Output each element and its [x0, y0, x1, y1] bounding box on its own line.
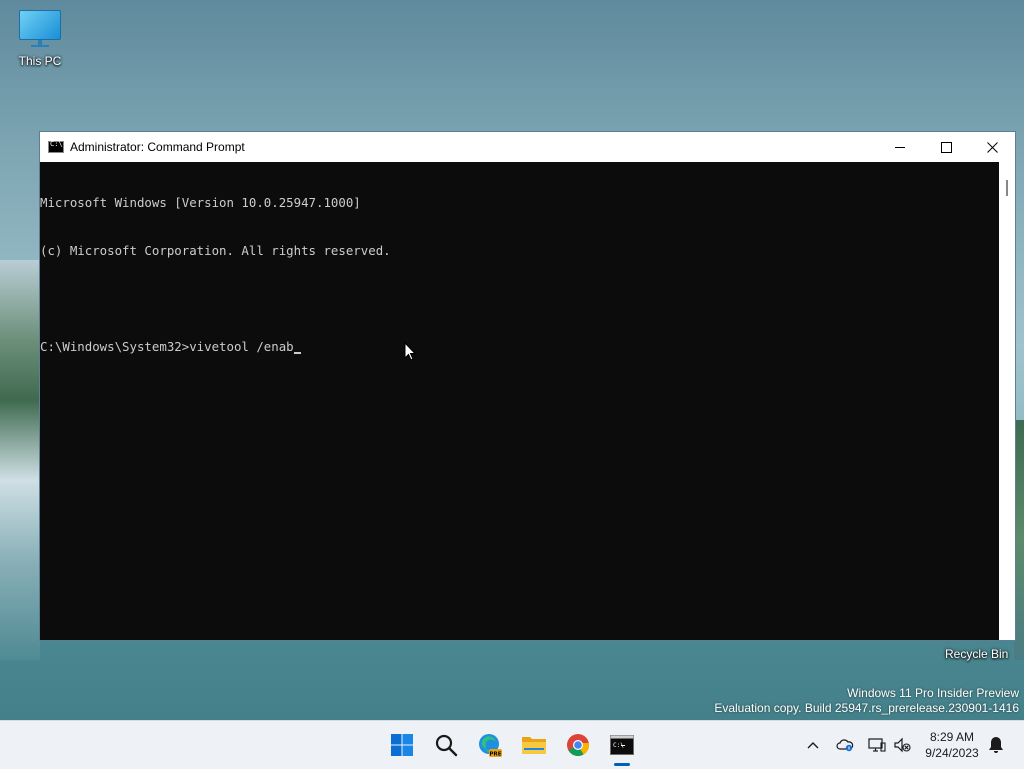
wallpaper-landscape-left [0, 260, 40, 660]
volume-muted-icon [894, 737, 911, 753]
file-explorer-icon [522, 737, 546, 754]
chrome-button[interactable] [562, 729, 594, 761]
notification-bell-icon [989, 737, 1003, 753]
computer-icon [19, 10, 61, 50]
evaluation-watermark: Windows 11 Pro Insider Preview Evaluatio… [714, 686, 1019, 716]
show-hidden-icons-button[interactable] [802, 734, 824, 756]
start-button[interactable] [386, 729, 418, 761]
clock-time: 8:29 AM [929, 730, 975, 744]
svg-text:PRE: PRE [489, 751, 501, 757]
clock-button[interactable]: 8:29 AM 9/24/2023 [920, 729, 984, 761]
maximize-icon [940, 141, 952, 153]
desktop-icon-label: This PC [18, 54, 62, 68]
chevron-up-icon [807, 742, 819, 749]
command-prompt-icon: C:\ [610, 735, 634, 755]
chrome-icon [567, 734, 590, 756]
minimize-icon [895, 146, 905, 148]
onedrive-icon [836, 739, 854, 752]
notification-button[interactable] [985, 734, 1007, 756]
text-cursor [293, 352, 301, 354]
console-input-line[interactable]: C:\Windows\System32>vivetool /enab [40, 339, 1000, 355]
mouse-pointer-icon [404, 342, 416, 361]
volume-button[interactable] [891, 734, 913, 756]
edge-pre-button[interactable]: PRE [474, 729, 506, 761]
taskbar: PRE C:\ 8:29 AM 9/24/2023 [0, 720, 1024, 769]
network-icon [868, 738, 886, 752]
desktop-icon-recycle-bin[interactable]: Recycle Bin [945, 647, 1008, 661]
window-title: Administrator: Command Prompt [70, 140, 245, 154]
command-prompt-taskbar-button[interactable]: C:\ [606, 729, 638, 761]
vertical-scrollbar[interactable] [999, 162, 1015, 640]
search-icon [435, 734, 458, 757]
active-app-indicator [614, 763, 630, 766]
search-button[interactable] [430, 729, 462, 761]
minimize-button[interactable] [877, 132, 923, 162]
onedrive-button[interactable] [834, 734, 856, 756]
command-prompt-window[interactable]: Administrator: Command Prompt Microsoft … [39, 131, 1016, 641]
watermark-line-1: Windows 11 Pro Insider Preview [847, 686, 1019, 700]
edge-pre-icon: PRE [479, 734, 502, 757]
console-line: Microsoft Windows [Version 10.0.25947.10… [40, 195, 361, 210]
clock-date: 9/24/2023 [925, 746, 979, 760]
maximize-button[interactable] [923, 132, 969, 162]
start-icon [391, 734, 413, 756]
command-prompt-app-icon [48, 140, 64, 153]
title-bar[interactable]: Administrator: Command Prompt [40, 132, 1015, 162]
scrollbar-thumb[interactable] [1006, 180, 1008, 196]
watermark-line-2: Evaluation copy. Build 25947.rs_prerelea… [714, 701, 1019, 715]
desktop-icon-this-pc[interactable]: This PC [10, 10, 70, 68]
close-icon [986, 141, 998, 153]
console-line: (c) Microsoft Corporation. All rights re… [40, 243, 391, 258]
console-command-text: C:\Windows\System32>vivetool /enab [40, 339, 294, 354]
network-button[interactable] [866, 734, 888, 756]
console-output[interactable]: Microsoft Windows [Version 10.0.25947.10… [40, 162, 1000, 641]
file-explorer-button[interactable] [518, 729, 550, 761]
close-button[interactable] [969, 132, 1015, 162]
